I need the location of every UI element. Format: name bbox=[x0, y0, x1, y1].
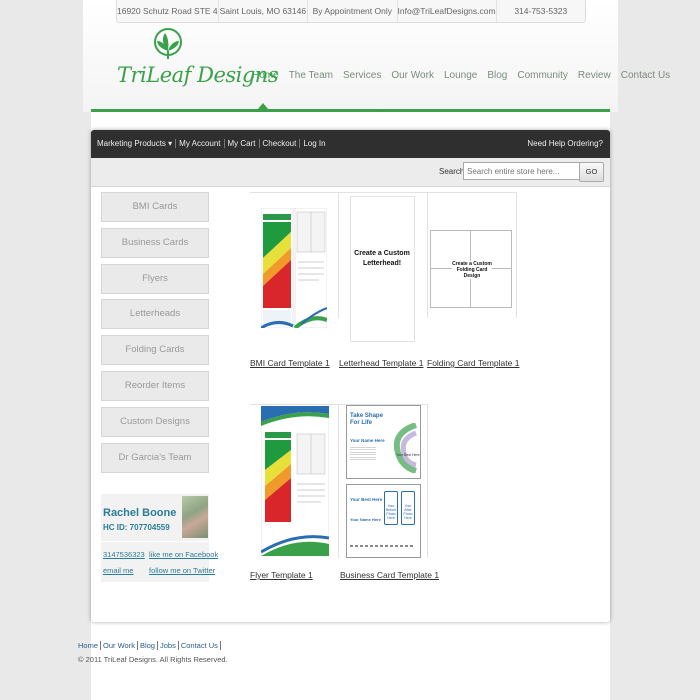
consultant-profile: Rachel Boone HC ID: 707704559 3147536323… bbox=[101, 494, 218, 582]
facebook-link[interactable]: like me on Facebook bbox=[149, 550, 218, 559]
checkout-link[interactable]: Checkout bbox=[260, 139, 301, 148]
footer-link-jobs[interactable]: Jobs bbox=[158, 641, 179, 650]
marketing-products-menu[interactable]: Marketing Products ▾ bbox=[97, 139, 177, 148]
search-input[interactable] bbox=[463, 162, 581, 180]
nav-item-review[interactable]: Review bbox=[578, 70, 611, 81]
header-divider bbox=[91, 109, 610, 112]
hours-text: By Appointment Only bbox=[308, 0, 398, 22]
nav-item-the-team[interactable]: The Team bbox=[289, 70, 333, 81]
footer-link-blog[interactable]: Blog bbox=[138, 641, 158, 650]
store-toolbar: Marketing Products ▾ My Account My Cart … bbox=[91, 130, 610, 158]
main-nav: Home The Team Services Our Work Lounge B… bbox=[252, 70, 670, 81]
product-caption[interactable]: Flyer Template 1 bbox=[250, 570, 313, 580]
footer-link-home[interactable]: Home bbox=[78, 641, 102, 650]
folding-card-thumb-text: Create a Custom Folding Card Design bbox=[452, 261, 492, 279]
business-card-swoosh-icon bbox=[393, 423, 418, 473]
sidebar-item-letterheads[interactable]: Letterheads bbox=[101, 299, 209, 329]
profile-divider bbox=[101, 541, 209, 542]
footer-link-contact-us[interactable]: Contact Us bbox=[179, 641, 221, 650]
city-text: Saint Louis, MO 63146 bbox=[219, 0, 309, 22]
nav-item-services[interactable]: Services bbox=[343, 70, 381, 81]
grid-divider bbox=[338, 404, 339, 558]
business-card-back-name: Your Name Here bbox=[350, 517, 381, 522]
product-caption[interactable]: BMI Card Template 1 bbox=[250, 358, 330, 368]
consultant-photo bbox=[182, 496, 208, 538]
consultant-id: HC ID: 707704559 bbox=[103, 523, 170, 532]
store-panel: Marketing Products ▾ My Account My Cart … bbox=[91, 130, 610, 622]
business-card-details bbox=[350, 445, 376, 461]
search-label: Search bbox=[439, 167, 465, 176]
log-in-link[interactable]: Log In bbox=[300, 139, 328, 148]
site-logo[interactable]: TriLeaf Designs bbox=[115, 27, 279, 105]
sidebar-item-dr-garcias-team[interactable]: Dr Garcia's Team bbox=[101, 443, 209, 473]
email-link[interactable]: Info@TriLeafDesigns.com bbox=[398, 0, 497, 22]
nav-item-community[interactable]: Community bbox=[517, 70, 568, 81]
business-card-name: Your Name Here bbox=[350, 438, 385, 443]
site-footer: Home Our Work Blog Jobs Contact Us © 201… bbox=[78, 641, 228, 664]
business-card-best-title: Your Best Here bbox=[350, 497, 383, 502]
nav-item-contact-us[interactable]: Contact Us bbox=[621, 70, 670, 81]
sidebar-item-business-cards[interactable]: Business Cards bbox=[101, 228, 209, 258]
product-caption[interactable]: Folding Card Template 1 bbox=[427, 358, 519, 368]
after-photo-slot: Your After Photo Here bbox=[401, 491, 415, 525]
help-ordering-link[interactable]: Need Help Ordering? bbox=[527, 139, 603, 148]
footer-link-our-work[interactable]: Our Work bbox=[101, 641, 138, 650]
bmi-card-thumbnail bbox=[261, 208, 327, 328]
nav-item-our-work[interactable]: Our Work bbox=[391, 70, 434, 81]
flyer-thumbnail bbox=[261, 406, 329, 556]
contact-info-bar: 16920 Schutz Road STE 4 Saint Louis, MO … bbox=[116, 0, 586, 23]
grid-divider bbox=[427, 404, 428, 558]
grid-divider bbox=[250, 192, 516, 193]
search-bar: Search GO bbox=[91, 158, 610, 187]
my-cart-link[interactable]: My Cart bbox=[225, 139, 260, 148]
letterhead-thumb-text: Create a Custom Letterhead! bbox=[354, 250, 410, 267]
sidebar-item-folding-cards[interactable]: Folding Cards bbox=[101, 335, 209, 365]
sidebar-item-bmi-cards[interactable]: BMI Cards bbox=[101, 192, 209, 222]
twitter-link[interactable]: follow me on Twitter bbox=[149, 566, 215, 575]
trileaf-logo-icon bbox=[154, 28, 182, 59]
address-text: 16920 Schutz Road STE 4 bbox=[117, 0, 219, 22]
business-card-tagline: Take Shape For Life bbox=[350, 413, 383, 426]
email-me-link[interactable]: email me bbox=[103, 566, 133, 575]
letterhead-thumbnail bbox=[350, 196, 415, 342]
my-account-link[interactable]: My Account bbox=[176, 139, 225, 148]
grid-divider bbox=[338, 192, 339, 318]
copyright-text: © 2011 TriLeaf Designs. All Rights Reser… bbox=[78, 655, 228, 664]
sidebar-item-reorder-items[interactable]: Reorder Items bbox=[101, 371, 209, 401]
business-card-footer-line bbox=[350, 545, 415, 547]
phone-text: 314-753-5323 bbox=[514, 6, 568, 16]
before-photo-slot: Your Before Photo Here bbox=[384, 491, 398, 525]
grid-divider bbox=[516, 192, 517, 318]
sidebar-item-flyers[interactable]: Flyers bbox=[101, 264, 209, 294]
nav-item-lounge[interactable]: Lounge bbox=[444, 70, 477, 81]
nav-item-blog[interactable]: Blog bbox=[487, 70, 507, 81]
product-caption[interactable]: Letterhead Template 1 bbox=[339, 358, 423, 368]
consultant-name: Rachel Boone bbox=[103, 507, 177, 519]
product-caption[interactable]: Business Card Template 1 bbox=[340, 570, 439, 580]
business-card-side-text: Your Best Here bbox=[396, 453, 420, 457]
search-go-button[interactable]: GO bbox=[579, 162, 604, 182]
sidebar-item-custom-designs[interactable]: Custom Designs bbox=[101, 407, 209, 437]
grid-divider bbox=[427, 192, 428, 318]
consultant-phone-link[interactable]: 3147536323 bbox=[103, 550, 145, 559]
nav-item-home[interactable]: Home bbox=[252, 70, 279, 81]
